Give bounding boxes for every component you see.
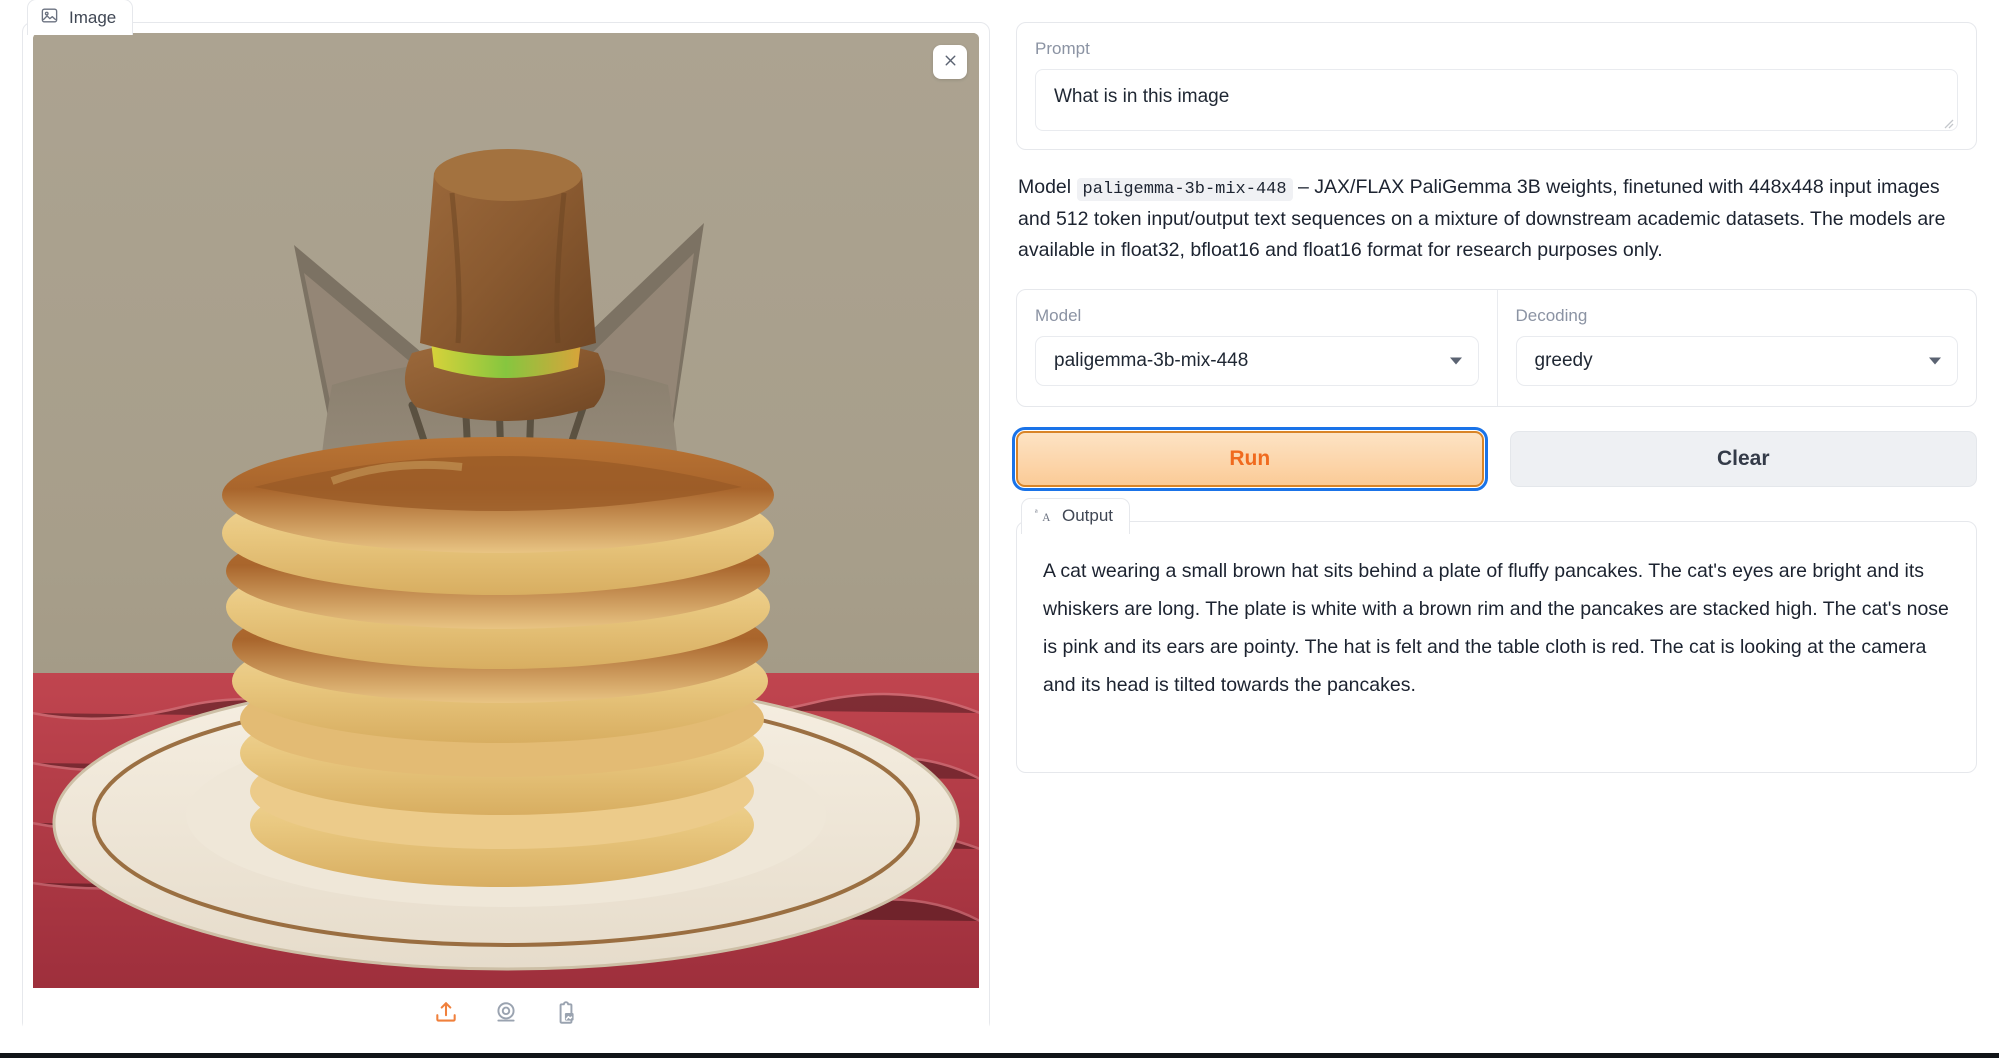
decoding-select-cell: Decoding greedy bbox=[1496, 289, 1977, 406]
tab-output[interactable]: a A Output bbox=[1021, 497, 1131, 534]
run-button[interactable]: Run bbox=[1012, 426, 1488, 491]
decoding-select[interactable]: greedy bbox=[1515, 335, 1958, 386]
action-buttons: Run Clear bbox=[1012, 426, 1977, 491]
image-panel: Image bbox=[22, 0, 990, 1040]
chevron-down-icon bbox=[1449, 357, 1462, 365]
resize-grip-icon[interactable] bbox=[1940, 113, 1954, 129]
output-panel: a A Output A cat wearing a small brown h… bbox=[1016, 497, 1977, 773]
text-format-icon: a A bbox=[1034, 505, 1052, 528]
model-code: paligemma-3b-mix-448 bbox=[1076, 178, 1293, 201]
paste-image-button[interactable] bbox=[549, 997, 583, 1031]
picture-icon bbox=[40, 6, 59, 30]
close-image-button[interactable] bbox=[933, 45, 967, 79]
tab-image-label: Image bbox=[69, 7, 117, 27]
controls-column: Prompt What is in this image Model palig… bbox=[1012, 14, 1977, 1058]
image-toolbar bbox=[23, 988, 989, 1040]
prompt-panel: Prompt What is in this image bbox=[1016, 22, 1977, 150]
model-description: Model paligemma-3b-mix-448 – JAX/FLAX Pa… bbox=[1018, 172, 1975, 267]
model-select[interactable]: paligemma-3b-mix-448 bbox=[1035, 335, 1479, 386]
svg-text:A: A bbox=[1042, 511, 1051, 522]
tab-output-label: Output bbox=[1062, 506, 1114, 526]
cat-pancakes-photo bbox=[33, 33, 979, 988]
close-icon bbox=[942, 52, 959, 72]
app-root: Image Prompt What is in this image Model… bbox=[0, 0, 1999, 1058]
upload-icon bbox=[433, 1000, 459, 1029]
model-select-value: paligemma-3b-mix-448 bbox=[1054, 349, 1249, 371]
webcam-capture-button[interactable] bbox=[489, 997, 523, 1031]
bottom-edge-bar bbox=[0, 1053, 1999, 1058]
desc-prefix: Model bbox=[1018, 176, 1077, 198]
prompt-value: What is in this image bbox=[1054, 86, 1230, 107]
image-column: Image bbox=[22, 0, 990, 1058]
decoding-select-value: greedy bbox=[1534, 349, 1593, 371]
prompt-label: Prompt bbox=[1035, 39, 1090, 58]
output-text: A cat wearing a small brown hat sits beh… bbox=[1043, 559, 1949, 696]
tab-image[interactable]: Image bbox=[27, 0, 134, 35]
webcam-icon bbox=[493, 1000, 519, 1029]
model-decoding-group: Model paligemma-3b-mix-448 Decoding gree… bbox=[1016, 288, 1977, 407]
chevron-down-icon bbox=[1929, 357, 1941, 365]
decoding-label: Decoding bbox=[1515, 305, 1588, 325]
upload-image-button[interactable] bbox=[429, 997, 463, 1031]
clear-button[interactable]: Clear bbox=[1509, 430, 1977, 487]
prompt-input[interactable]: What is in this image bbox=[1035, 69, 1958, 131]
svg-text:a: a bbox=[1035, 507, 1038, 514]
clipboard-paste-image-icon bbox=[553, 1000, 579, 1029]
model-select-cell: Model paligemma-3b-mix-448 bbox=[1017, 290, 1497, 406]
model-label: Model bbox=[1035, 305, 1082, 325]
image-viewport bbox=[33, 33, 979, 988]
